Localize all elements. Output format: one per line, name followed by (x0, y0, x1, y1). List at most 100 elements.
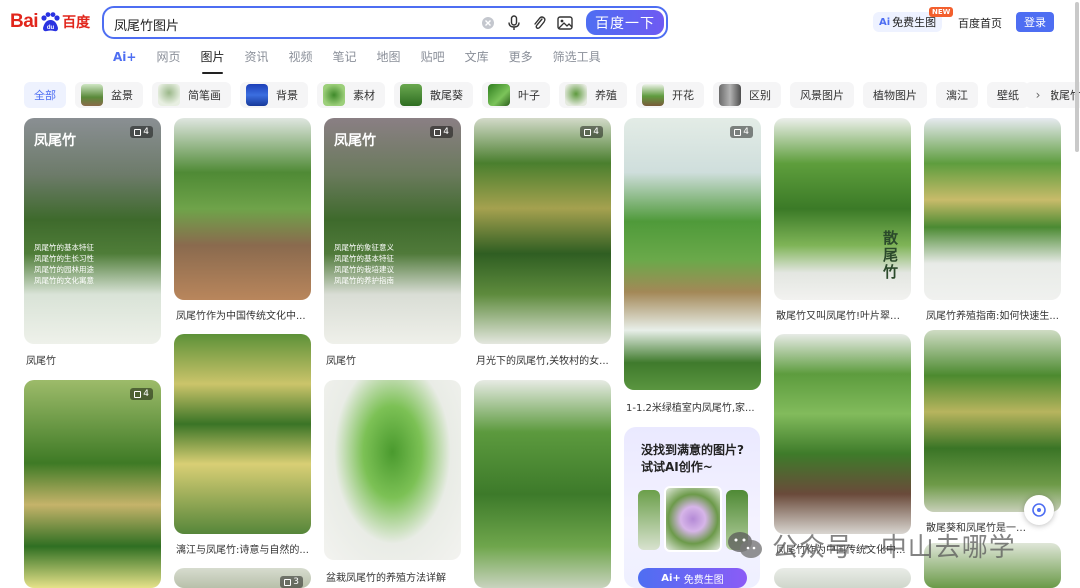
tab-ai[interactable]: Ai+ (113, 48, 136, 70)
chip-lijiang[interactable]: 漓江 (936, 82, 978, 108)
result-caption[interactable]: 散尾竹又叫凤尾竹!叶片翠绿... (776, 307, 909, 322)
chip-areca-palm[interactable]: 散尾葵 (394, 82, 473, 108)
baidu-logo[interactable]: Bai du 百度 (10, 9, 90, 35)
result-card[interactable]: 漓江与凤尾竹:诗意与自然的... (174, 334, 311, 558)
ai-icon: Ai+ (661, 572, 681, 584)
result-caption[interactable]: 凤尾竹 (26, 352, 159, 367)
overlay-lines: 凤尾竹的基本特征 凤尾竹的生长习性 凤尾竹的园林用途 凤尾竹的文化寓意 (34, 242, 94, 286)
home-link[interactable]: 百度首页 (958, 15, 1002, 31)
chip-leaf[interactable]: 叶子 (482, 82, 550, 108)
tab-images[interactable]: 图片 (200, 48, 225, 74)
result-image[interactable] (774, 334, 911, 534)
chips-next-button[interactable]: › (1025, 82, 1051, 108)
chip-thumbnail (400, 84, 422, 106)
result-image[interactable] (474, 380, 611, 588)
chip-cultivation[interactable]: 养殖 (559, 82, 627, 108)
promo-title-line1: 没找到满意的图片? (641, 443, 744, 457)
chip-material[interactable]: 素材 (317, 82, 385, 108)
search-button[interactable]: 百度一下 (586, 10, 664, 35)
chip-background[interactable]: 背景 (240, 82, 308, 108)
result-card[interactable] (774, 568, 911, 588)
result-image[interactable] (324, 380, 461, 560)
image-count-badge: 4 (430, 126, 453, 138)
overlay-line: 凤尾竹的象征意义 (334, 243, 394, 252)
result-caption[interactable]: 盆栽凤尾竹的养殖方法详解 (326, 569, 459, 584)
chip-thumbnail (81, 84, 103, 106)
result-caption[interactable]: 1-1.2米绿植室内凤尾竹,家... (626, 399, 759, 414)
clear-icon[interactable] (480, 15, 496, 31)
result-card[interactable]: 4 月光下的凤尾竹,关牧村的女... (474, 118, 611, 368)
login-button[interactable]: 登录 (1016, 12, 1054, 32)
image-search-icon[interactable] (557, 15, 573, 31)
result-image[interactable] (774, 568, 911, 588)
new-badge: NEW (929, 7, 954, 17)
tab-tieba[interactable]: 贴吧 (421, 48, 445, 70)
result-image[interactable]: 3 (174, 568, 311, 588)
result-image[interactable] (174, 334, 311, 534)
assistant-float-button[interactable] (1024, 495, 1054, 525)
attachment-icon[interactable] (531, 15, 547, 31)
badge-count: 4 (443, 127, 449, 137)
chip-bloom[interactable]: 开花 (636, 82, 704, 108)
overlay-lines: 凤尾竹的象征意义 凤尾竹的基本特征 凤尾竹的栽培建议 凤尾竹的养护指南 (334, 242, 394, 286)
svg-text:du: du (47, 25, 55, 31)
chip-difference[interactable]: 区别 (713, 82, 781, 108)
result-card[interactable]: 凤尾竹作为中国传统文化中... (174, 118, 311, 323)
result-caption[interactable]: 漓江与凤尾竹:诗意与自然的... (176, 541, 309, 556)
tab-wenku[interactable]: 文库 (465, 48, 489, 70)
tab-video[interactable]: 视频 (289, 48, 313, 70)
result-caption[interactable]: 凤尾竹作为中国传统文化中... (176, 307, 309, 322)
result-image[interactable]: 凤尾竹 凤尾竹的象征意义 凤尾竹的基本特征 凤尾竹的栽培建议 凤尾竹的养护指南 … (324, 118, 461, 344)
page-scrollbar[interactable] (1074, 0, 1080, 155)
chip-scenery[interactable]: 风景图片 (790, 82, 854, 108)
chip-all[interactable]: 全部 (24, 82, 66, 108)
result-card[interactable]: 4 1-1.2米绿植室内凤尾竹,家... (624, 118, 761, 414)
promo-button-label: 免费生图 (683, 574, 724, 586)
overlay-line: 凤尾竹的生长习性 (34, 254, 94, 263)
result-caption[interactable]: 月光下的凤尾竹,关牧村的女... (476, 352, 609, 367)
result-image[interactable] (924, 330, 1061, 512)
chip-sketch[interactable]: 简笔画 (152, 82, 231, 108)
tab-map[interactable]: 地图 (377, 48, 401, 70)
result-image[interactable] (174, 118, 311, 300)
search-input[interactable]: 凤尾竹图片 (114, 15, 179, 34)
result-card[interactable]: 凤尾竹作为中国传统文化中... (774, 334, 911, 558)
tab-filter-tools[interactable]: 筛选工具 (553, 48, 601, 70)
tab-notes[interactable]: 笔记 (333, 48, 357, 70)
tab-more[interactable]: 更多 (509, 48, 533, 70)
result-image[interactable]: 4 (474, 118, 611, 344)
scrollbar-thumb[interactable] (1075, 2, 1079, 152)
result-image[interactable]: 4 (624, 118, 761, 390)
result-card[interactable] (474, 380, 611, 588)
chip-label: 背景 (276, 89, 298, 102)
chip-plant-pictures[interactable]: 植物图片 (863, 82, 927, 108)
chip-bonsai[interactable]: 盆景 (75, 82, 143, 108)
result-card[interactable]: 散尾竹 散尾竹又叫凤尾竹!叶片翠绿... (774, 118, 911, 323)
baidu-paw-icon: du (41, 12, 60, 32)
result-card[interactable]: 凤尾竹 凤尾竹的基本特征 凤尾竹的生长习性 凤尾竹的园林用途 凤尾竹的文化寓意 … (24, 118, 161, 368)
chip-label: 叶子 (518, 89, 540, 102)
result-image[interactable]: 散尾竹 (774, 118, 911, 300)
promo-generate-button[interactable]: Ai+ 免费生图 (638, 568, 747, 588)
search-box[interactable]: 凤尾竹图片 百度一下 (102, 6, 668, 39)
result-image[interactable]: 凤尾竹 凤尾竹的基本特征 凤尾竹的生长习性 凤尾竹的园林用途 凤尾竹的文化寓意 … (24, 118, 161, 344)
result-card[interactable]: 凤尾竹 凤尾竹的象征意义 凤尾竹的基本特征 凤尾竹的栽培建议 凤尾竹的养护指南 … (324, 118, 461, 368)
result-caption[interactable]: 凤尾竹养殖指南:如何快速生... (926, 307, 1059, 322)
result-image[interactable]: 4 (24, 380, 161, 588)
badge-count: 4 (143, 389, 149, 399)
result-card[interactable]: 3 (174, 568, 311, 588)
promo-sample-image (638, 490, 660, 550)
result-caption[interactable]: 凤尾竹 (326, 352, 459, 367)
chip-label: 简笔画 (188, 89, 221, 102)
chip-label: 盆景 (111, 89, 133, 102)
result-image[interactable] (924, 118, 1061, 300)
result-card[interactable]: 4 (24, 380, 161, 588)
tab-news[interactable]: 资讯 (245, 48, 269, 70)
chip-label: 植物图片 (873, 89, 917, 102)
microphone-icon[interactable] (506, 15, 522, 31)
result-card[interactable]: 凤尾竹养殖指南:如何快速生... (924, 118, 1061, 323)
result-card[interactable]: 盆栽凤尾竹的养殖方法详解 (324, 380, 461, 588)
overlay-line: 凤尾竹的基本特征 (334, 254, 394, 263)
tab-web[interactable]: 网页 (156, 48, 180, 70)
chip-wallpaper[interactable]: 壁纸 (987, 82, 1029, 108)
